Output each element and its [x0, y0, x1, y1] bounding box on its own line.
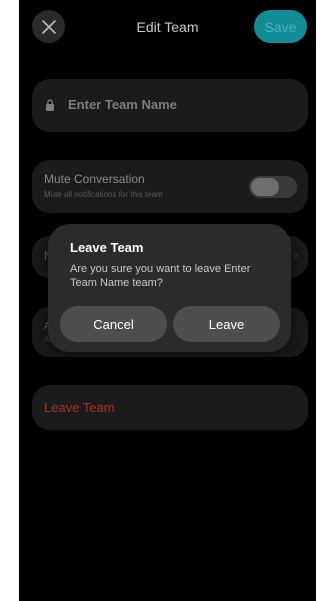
mute-toggle[interactable] — [249, 176, 297, 198]
app-screen: Edit Team Save Enter Team Name Mute Conv… — [19, 0, 316, 601]
leave-button[interactable]: Leave — [173, 306, 280, 342]
chevron-right-icon: › — [294, 248, 298, 262]
dialog-title: Leave Team — [70, 240, 144, 255]
leave-team-label: Leave Team — [44, 400, 115, 415]
leave-team-row[interactable]: Leave Team — [32, 385, 308, 430]
team-name-placeholder: Enter Team Name — [68, 97, 177, 112]
cancel-button[interactable]: Cancel — [60, 306, 167, 342]
lock-icon — [46, 99, 54, 111]
mute-conversation-row: Mute Conversation Mute all notifications… — [32, 160, 308, 213]
save-button[interactable]: Save — [254, 10, 307, 43]
leave-team-dialog: Leave Team Are you sure you want to leav… — [48, 224, 291, 352]
mute-subtitle: Mute all notifications for this team — [44, 190, 163, 199]
dialog-message: Are you sure you want to leave Enter Tea… — [70, 263, 251, 289]
team-name-field[interactable]: Enter Team Name — [32, 79, 308, 132]
toggle-knob — [251, 178, 279, 196]
mute-title: Mute Conversation — [44, 172, 145, 186]
